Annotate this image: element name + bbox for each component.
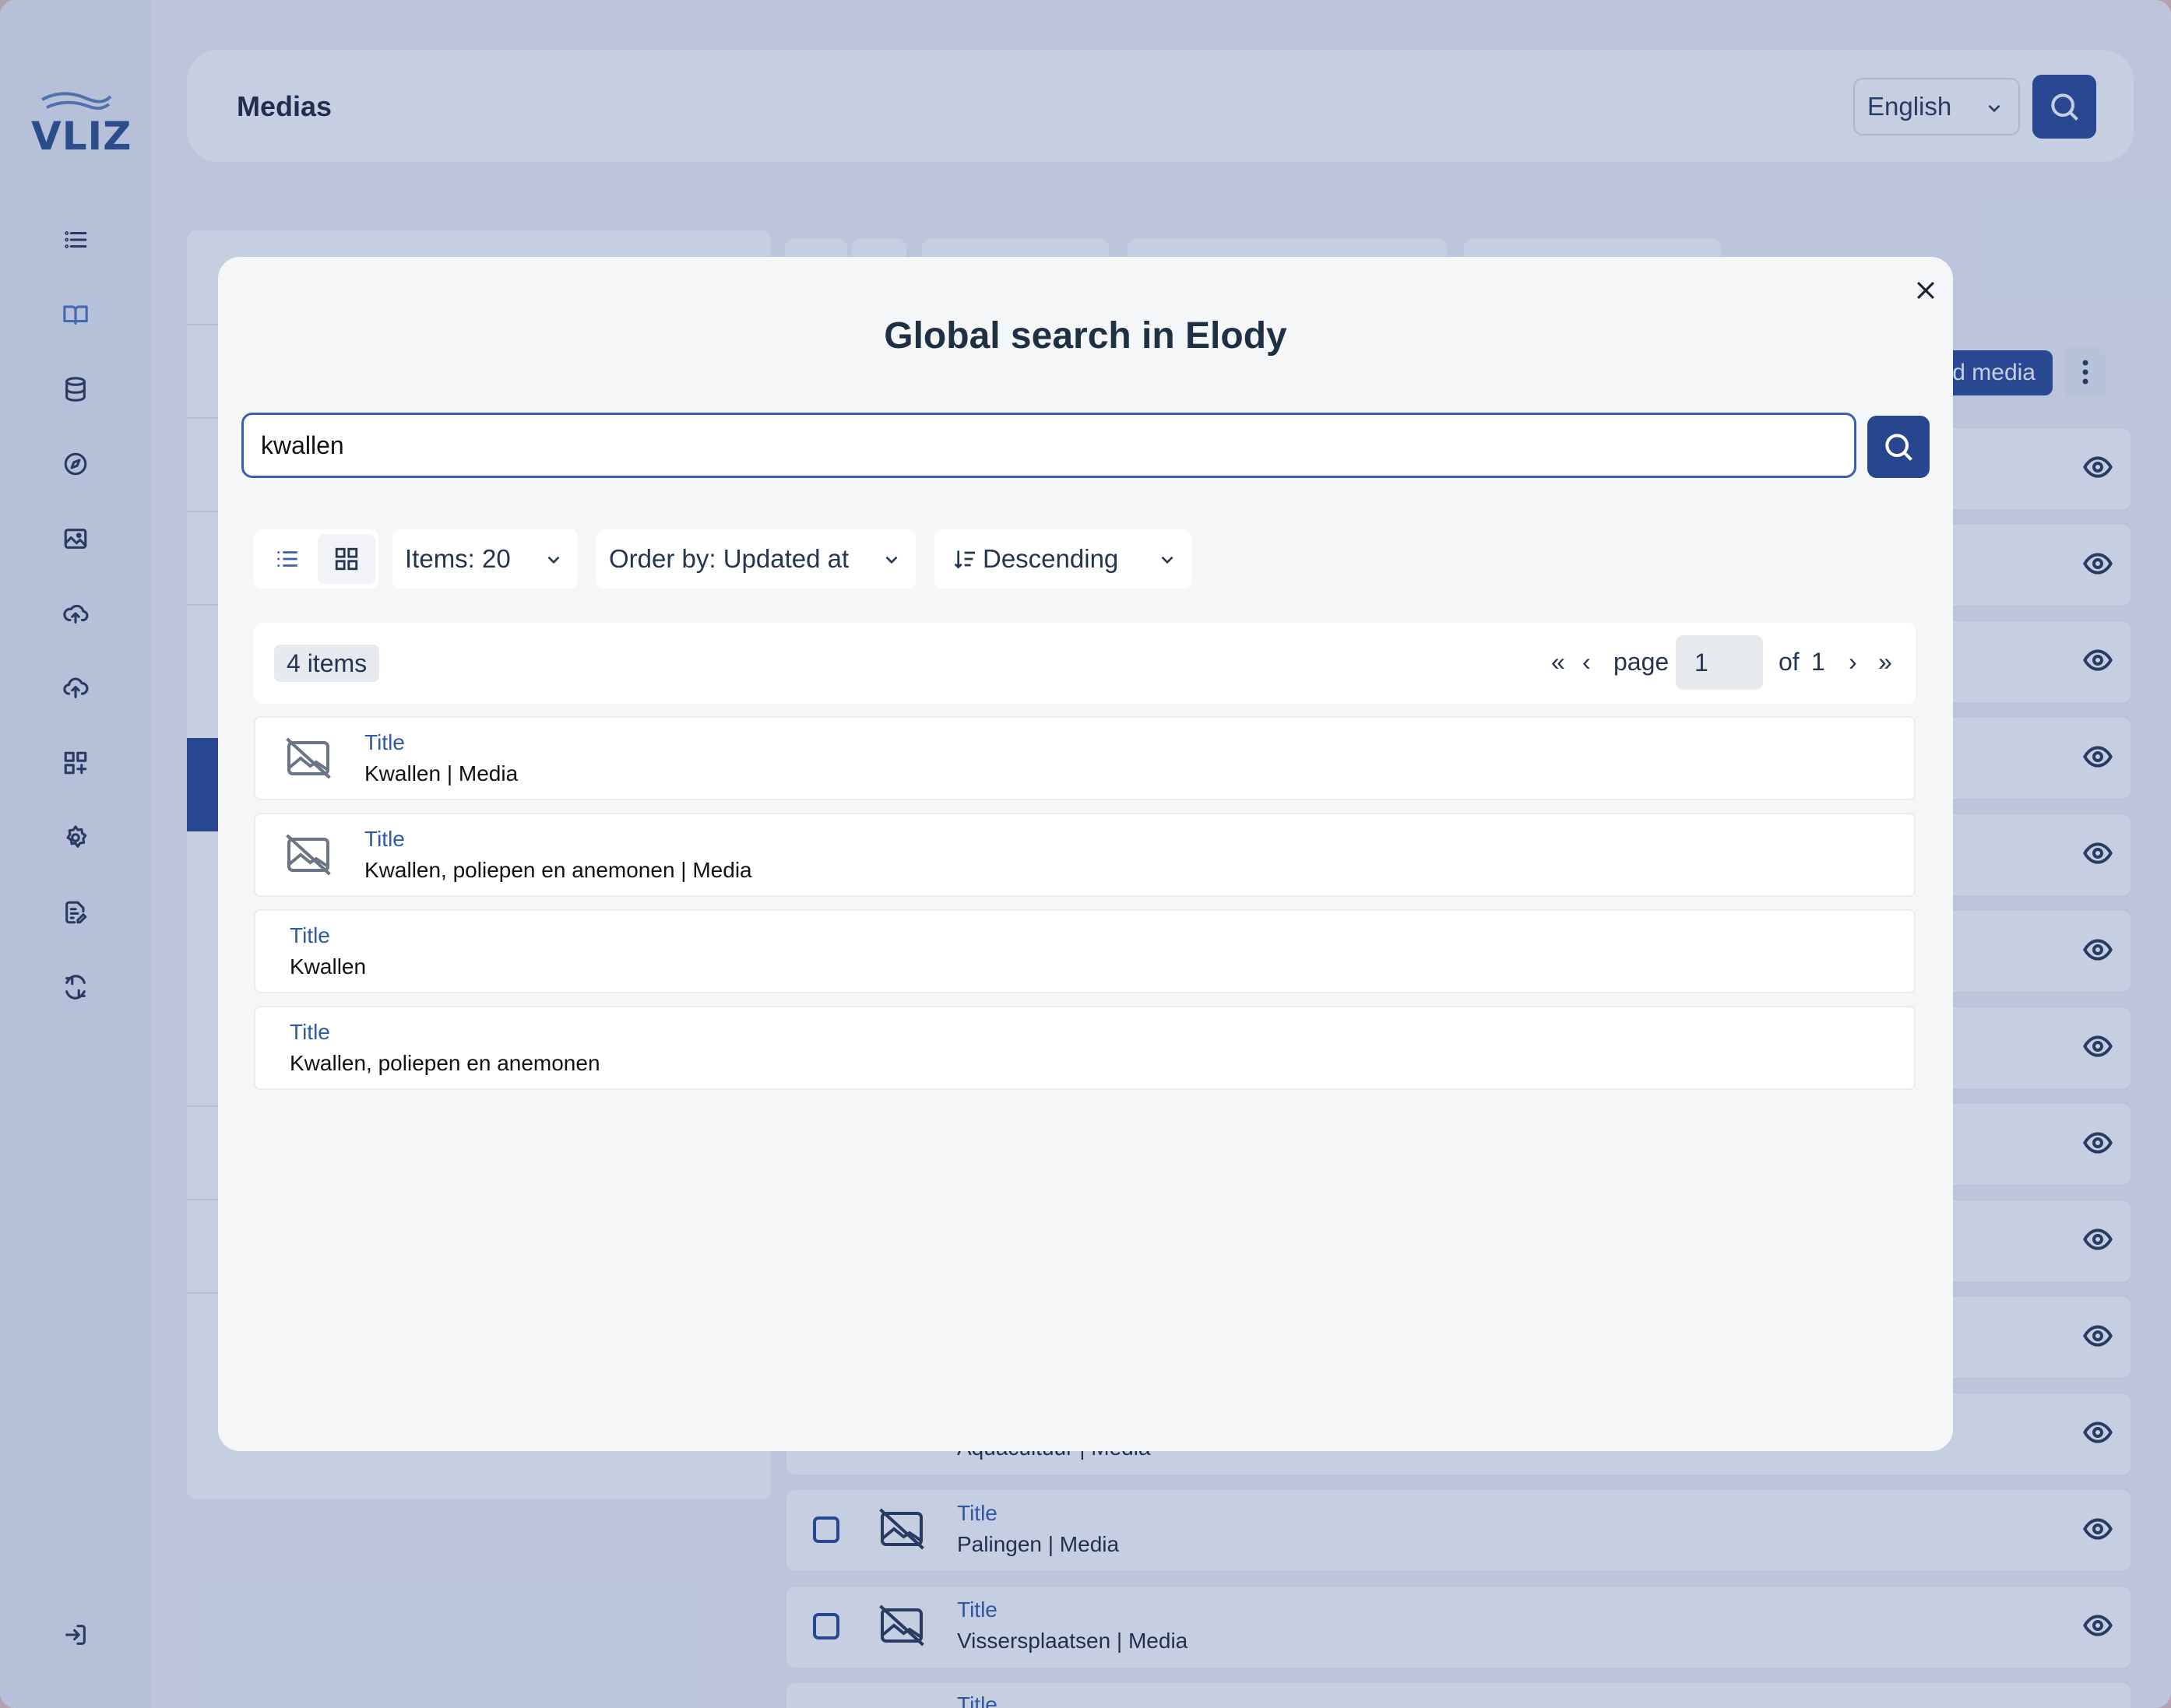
- modal-title: Global search in Elody: [884, 315, 1287, 357]
- result-item[interactable]: Title Kwallen, poliepen en anemonen: [254, 1006, 1916, 1090]
- list-view-icon: [277, 551, 297, 567]
- search-button[interactable]: [1867, 416, 1930, 478]
- grid-view-icon: [335, 547, 358, 571]
- items-per-page-select[interactable]: Items: 20: [392, 529, 578, 589]
- of-label: of: [1779, 648, 1800, 676]
- search-icon: [1885, 434, 1912, 461]
- prev-page-button[interactable]: ‹: [1582, 648, 1591, 677]
- result-title-label: Title: [290, 1020, 330, 1044]
- order-by-select[interactable]: Order by: Updated at: [596, 529, 916, 589]
- page-number-input[interactable]: [1676, 635, 1763, 690]
- first-page-button[interactable]: «: [1551, 648, 1565, 677]
- search-input[interactable]: [241, 413, 1856, 478]
- sort-descending-icon: [954, 550, 975, 569]
- order-by-value: Order by: Updated at: [609, 544, 850, 573]
- chevron-down-icon: [885, 556, 898, 564]
- result-title-value: Kwallen: [290, 954, 367, 979]
- list-view-button[interactable]: [259, 534, 316, 584]
- items-per-page-value: Items: 20: [405, 544, 511, 573]
- pagination: « ‹ page of 1 › »: [1542, 623, 1916, 704]
- global-search-modal: Global search in Elody Items: 20 Order b…: [218, 257, 1953, 1451]
- chevron-down-icon: [547, 556, 560, 564]
- grid-view-button[interactable]: [318, 534, 375, 584]
- close-button[interactable]: [1905, 269, 1947, 311]
- sort-direction-select[interactable]: Descending: [934, 529, 1191, 589]
- result-title-value: Kwallen, poliepen en anemonen | Media: [364, 858, 752, 882]
- no-image-icon: [286, 834, 331, 876]
- result-title-label: Title: [290, 923, 330, 947]
- result-item[interactable]: Title Kwallen: [254, 909, 1916, 993]
- chevron-down-icon: [1161, 556, 1173, 564]
- total-pages: 1: [1811, 648, 1825, 676]
- sort-direction-value: Descending: [983, 544, 1119, 573]
- result-title-label: Title: [364, 827, 405, 851]
- results-bar: 4 items « ‹ page of 1 › »: [254, 623, 1916, 704]
- no-image-icon: [286, 737, 331, 779]
- result-item[interactable]: Title Kwallen | Media: [254, 716, 1916, 800]
- close-icon: [1916, 281, 1935, 300]
- next-page-button[interactable]: ›: [1849, 648, 1857, 677]
- result-title-value: Kwallen, poliepen en anemonen: [290, 1051, 600, 1075]
- page-label: page: [1613, 648, 1670, 676]
- view-toggle: [254, 529, 378, 589]
- result-item[interactable]: Title Kwallen, poliepen en anemonen | Me…: [254, 813, 1916, 897]
- last-page-button[interactable]: »: [1878, 648, 1892, 677]
- result-title-label: Title: [364, 730, 405, 754]
- results-count-badge: 4 items: [274, 645, 380, 682]
- app-window: VLIZ Medias English Add media Title Pali…: [0, 0, 2171, 1708]
- result-title-value: Kwallen | Media: [364, 761, 519, 785]
